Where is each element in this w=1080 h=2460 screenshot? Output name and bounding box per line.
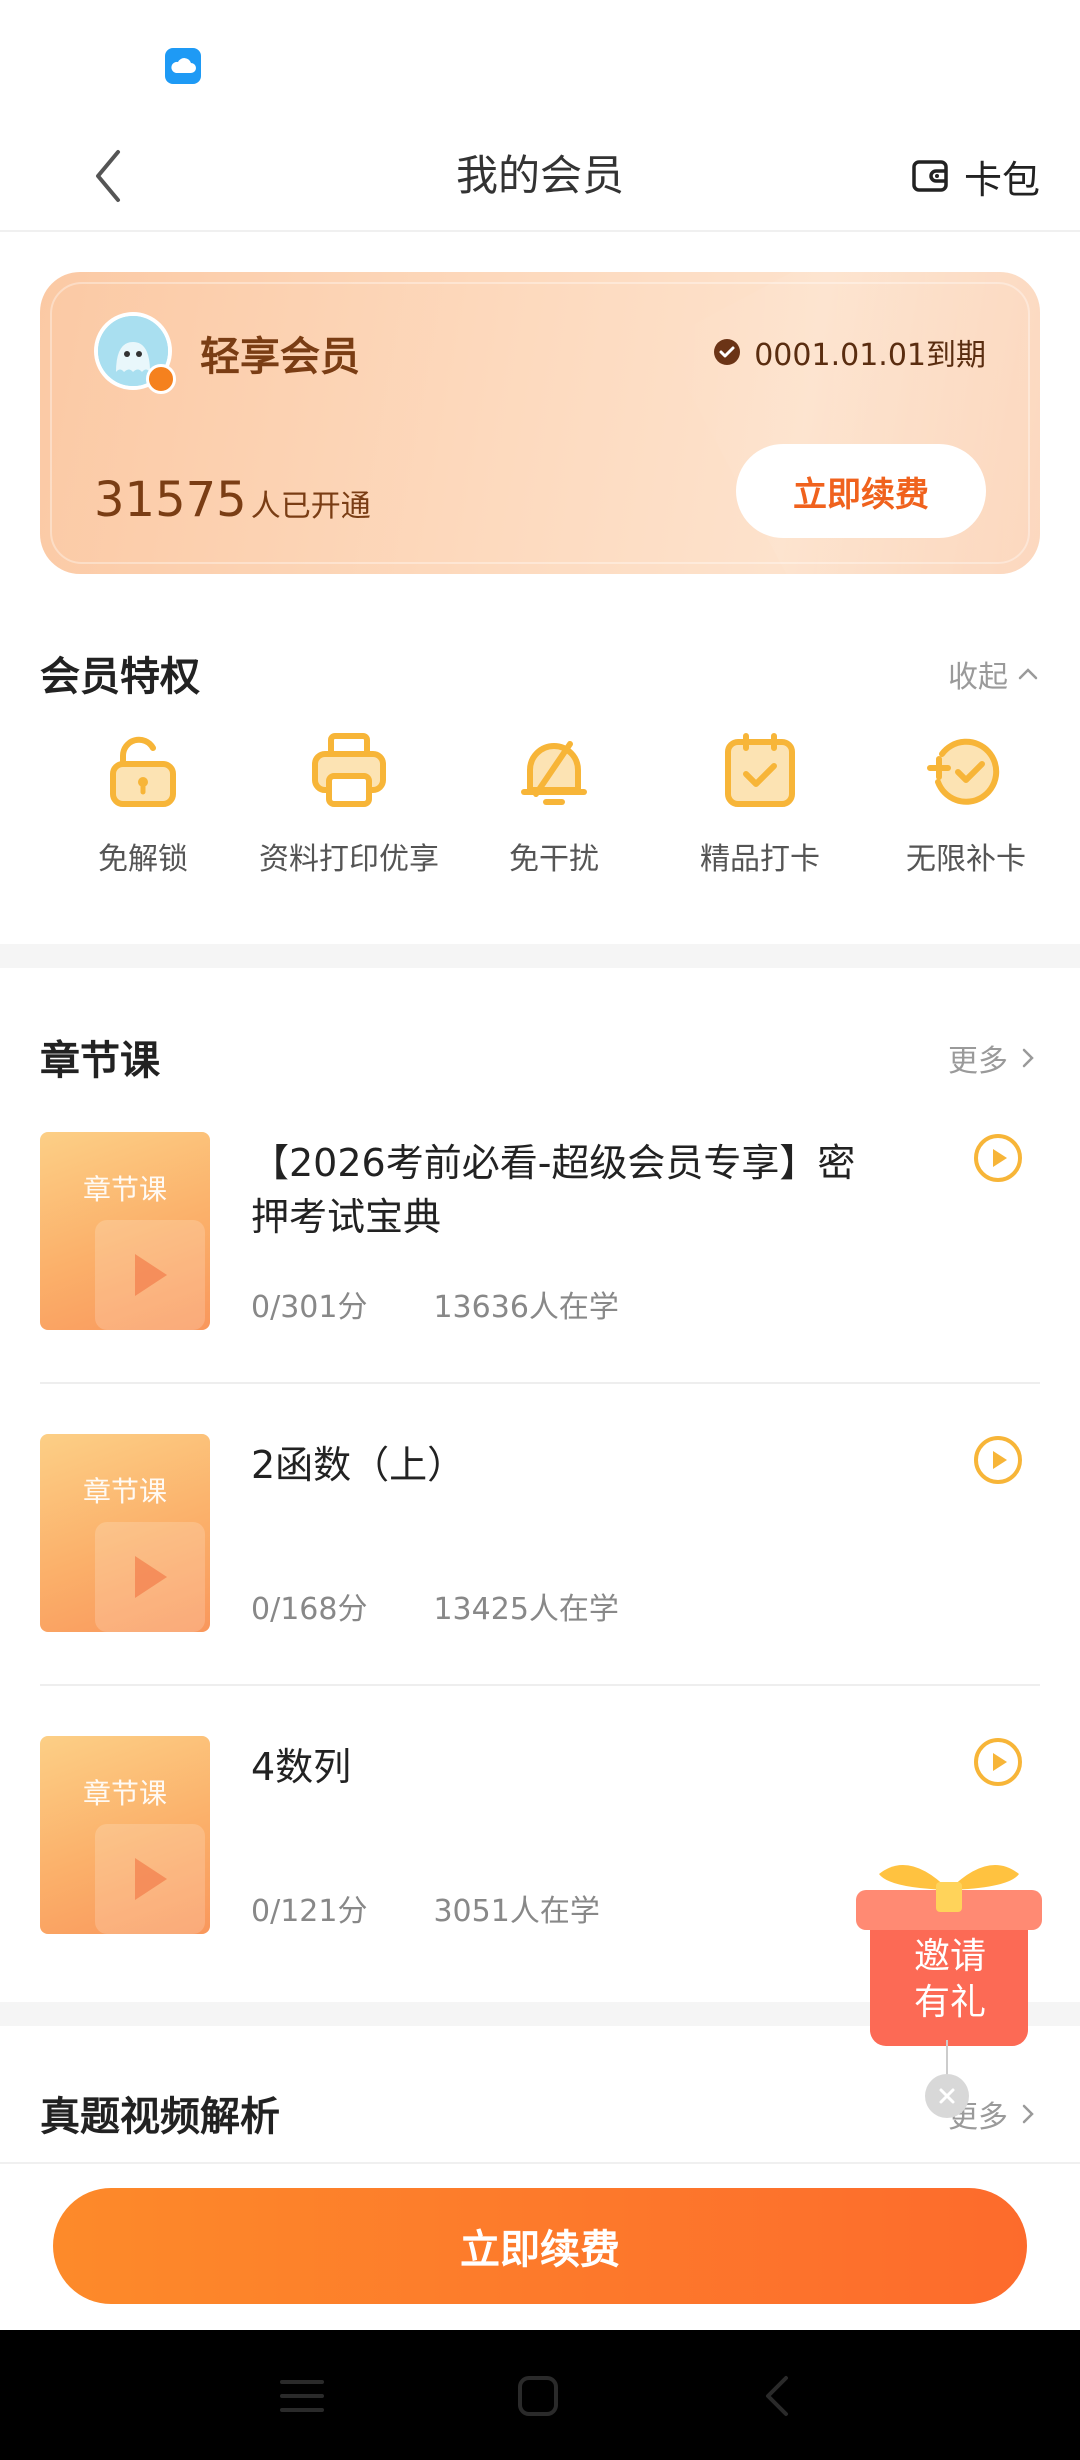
play-circle-icon <box>974 1738 1022 1786</box>
chapter-more-button[interactable]: 更多 <box>948 1036 1040 1080</box>
renew-button[interactable]: 立即续费 <box>53 2188 1027 2304</box>
refill-check-icon <box>924 728 1008 812</box>
home-icon <box>518 2376 558 2416</box>
thumb-label: 章节课 <box>82 1173 167 1206</box>
course-score: 0/301分 <box>251 1290 368 1325</box>
collapse-label: 收起 <box>948 660 1008 695</box>
invite-gift-button[interactable]: 邀请 有礼 <box>856 1856 1042 2106</box>
member-card: 轻享会员 0001.01.01到期 31575 人已开通 立即续费 <box>40 272 1040 574</box>
more-label: 更多 <box>948 1044 1008 1079</box>
collapse-button[interactable]: 收起 <box>948 652 1040 696</box>
privilege-label: 免干扰 <box>509 842 599 877</box>
privilege-print[interactable]: 资料打印优享 <box>239 728 459 878</box>
close-icon <box>939 2088 955 2104</box>
system-nav-bar <box>0 2330 1080 2460</box>
expiry: 0001.01.01到期 <box>712 330 986 374</box>
check-circle-icon <box>712 337 742 367</box>
invite-connector <box>946 2040 948 2076</box>
privilege-checkin[interactable]: 精品打卡 <box>650 728 870 878</box>
privilege-label: 无限补卡 <box>906 842 1026 877</box>
calendar-check-icon <box>718 728 802 812</box>
course-learners: 13425人在学 <box>433 1592 619 1627</box>
back-icon <box>766 2376 788 2416</box>
course-title: 4数列 <box>251 1745 352 1789</box>
home-button[interactable] <box>508 2366 568 2426</box>
privilege-label: 免解锁 <box>98 842 188 877</box>
course-thumbnail: 章节课 <box>40 1132 210 1330</box>
course-learners: 13636人在学 <box>433 1290 619 1325</box>
status-bar <box>0 0 1080 120</box>
row-divider <box>40 1382 1040 1384</box>
course-meta: 0/121分 3051人在学 <box>251 1886 600 1930</box>
wallet-icon <box>910 156 950 196</box>
invite-line-1: 邀请 <box>913 1936 986 1977</box>
unlock-icon <box>101 728 185 812</box>
course-learners: 3051人在学 <box>433 1894 600 1929</box>
privilege-label: 资料打印优享 <box>259 842 439 877</box>
course-item[interactable]: 章节课 【2026考前必看-超级会员专享】密押考试宝典 0/301分 13636… <box>40 1132 1040 1332</box>
course-score: 0/168分 <box>251 1592 368 1627</box>
course-title: 【2026考前必看-超级会员专享】密押考试宝典 <box>251 1141 856 1239</box>
member-count-number: 31575 <box>94 472 247 528</box>
course-title: 2函数（上） <box>251 1443 466 1487</box>
invite-close-button[interactable] <box>925 2074 969 2118</box>
expiry-text: 0001.01.01到期 <box>754 338 986 373</box>
nav-bar: 我的会员 卡包 <box>0 120 1080 232</box>
video-analysis-title: 真题视频解析 <box>40 2094 280 2140</box>
member-count-suffix: 人已开通 <box>250 489 371 524</box>
play-button[interactable] <box>972 1132 1024 1184</box>
wallet-button[interactable]: 卡包 <box>910 146 1040 206</box>
thumb-label: 章节课 <box>82 1777 167 1810</box>
member-count: 31575 人已开通 <box>94 472 371 528</box>
course-score: 0/121分 <box>251 1894 368 1929</box>
bottom-action-bar: 立即续费 <box>0 2162 1080 2330</box>
member-level: 轻享会员 <box>200 334 360 380</box>
course-meta: 0/168分 13425人在学 <box>251 1584 619 1628</box>
thumb-label: 章节课 <box>82 1475 167 1508</box>
section-divider <box>0 944 1080 968</box>
invite-text: 邀请 有礼 <box>870 1934 1030 2026</box>
play-circle-icon <box>974 1436 1022 1484</box>
chapter-courses-title: 章节课 <box>40 1038 160 1084</box>
invite-line-2: 有礼 <box>913 1982 986 2023</box>
system-back-button[interactable] <box>748 2366 808 2426</box>
bell-off-icon <box>512 728 596 812</box>
privilege-refill[interactable]: 无限补卡 <box>856 728 1076 878</box>
privilege-label: 精品打卡 <box>700 842 820 877</box>
course-thumbnail: 章节课 <box>40 1434 210 1632</box>
row-divider <box>40 1684 1040 1686</box>
crown-badge-icon <box>146 364 176 394</box>
menu-button[interactable] <box>272 2366 332 2426</box>
renew-card-button[interactable]: 立即续费 <box>736 444 986 538</box>
privileges-title: 会员特权 <box>40 654 200 700</box>
screen: 我的会员 卡包 轻享会员 0001.01.01到期 31575 人已开通 立即续… <box>0 0 1080 2460</box>
play-button[interactable] <box>972 1736 1024 1788</box>
course-meta: 0/301分 13636人在学 <box>251 1282 619 1326</box>
course-thumbnail: 章节课 <box>40 1736 210 1934</box>
course-item[interactable]: 章节课 2函数（上） 0/168分 13425人在学 <box>40 1434 1040 1634</box>
printer-icon <box>307 728 391 812</box>
avatar <box>94 312 176 394</box>
privilege-no-disturb[interactable]: 免干扰 <box>444 728 664 878</box>
chevron-right-icon <box>1022 1048 1034 1068</box>
play-circle-icon <box>974 1134 1022 1182</box>
menu-icon <box>280 2380 324 2412</box>
chevron-up-icon <box>1018 668 1038 680</box>
privilege-unlock[interactable]: 免解锁 <box>33 728 253 878</box>
wallet-label: 卡包 <box>963 157 1040 202</box>
cloud-icon <box>165 48 201 84</box>
play-button[interactable] <box>972 1434 1024 1486</box>
privileges-grid: 免解锁 资料打印优享 免干扰 精品打卡 无限补卡 <box>0 728 1080 908</box>
